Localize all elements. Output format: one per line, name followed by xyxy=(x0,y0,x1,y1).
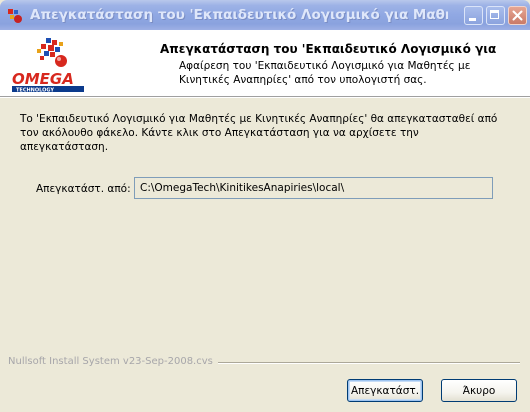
header-panel: OMEGA TECHNOLOGY Απεγκατάσταση του 'Εκπα… xyxy=(0,30,530,97)
close-button[interactable] xyxy=(508,6,527,25)
minimize-button[interactable] xyxy=(464,6,483,25)
window-title: Απεγκατάσταση του 'Εκπαιδευτικό Λογισμικ… xyxy=(30,7,448,23)
close-icon xyxy=(512,10,523,21)
logo-subtext: TECHNOLOGY xyxy=(16,88,54,94)
branding-text: Nullsoft Install System v23-Sep-2008.cvs xyxy=(8,356,218,367)
destination-field[interactable]: C:\OmegaTech\KinitikesAnapiries\local\ xyxy=(134,177,493,199)
header-title: Απεγκατάσταση του 'Εκπαιδευτικό Λογισμικ… xyxy=(160,42,497,56)
title-bar[interactable]: Απεγκατάσταση του 'Εκπαιδευτικό Λογισμικ… xyxy=(0,0,530,30)
maximize-button[interactable] xyxy=(486,6,505,25)
logo-wordmark: OMEGA xyxy=(12,70,74,88)
omega-technology-logo: OMEGA TECHNOLOGY xyxy=(6,36,126,94)
cancel-button[interactable]: Άκυρο xyxy=(441,379,517,402)
header-divider xyxy=(0,97,530,98)
uninstaller-window: Απεγκατάσταση του 'Εκπαιδευτικό Λογισμικ… xyxy=(0,0,530,412)
destination-label: Απεγκατάστ. από: xyxy=(36,183,131,195)
uninstall-button[interactable]: Απεγκατάστ. xyxy=(347,379,423,402)
intro-text: Το 'Εκπαιδευτικό Λογισμικό για Μαθητές μ… xyxy=(20,113,498,153)
installer-app-icon xyxy=(7,8,23,24)
header-subtitle: Αφαίρεση του 'Εκπαιδευτικό Λογισμικό για… xyxy=(179,60,471,86)
